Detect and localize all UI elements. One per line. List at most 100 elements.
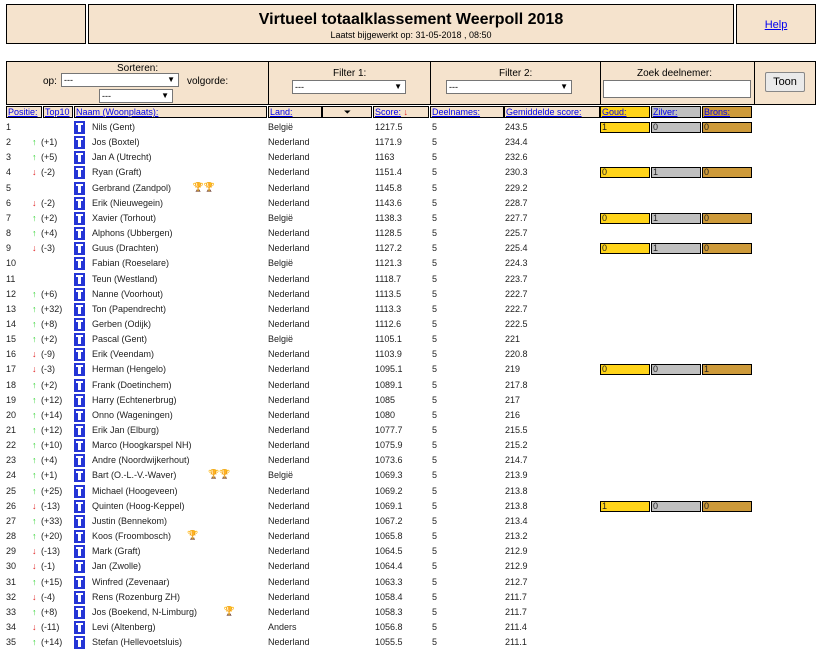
col-position[interactable]: Positie: xyxy=(6,106,42,118)
participant-icon[interactable] xyxy=(74,484,85,498)
participant-icon[interactable] xyxy=(74,439,85,453)
participant-icon[interactable] xyxy=(74,272,85,286)
participant-icon[interactable] xyxy=(74,620,85,634)
participant-icon[interactable] xyxy=(74,287,85,301)
col-top10[interactable]: Top10 xyxy=(43,106,73,118)
participant-icon[interactable] xyxy=(74,454,85,468)
participant-name[interactable]: Nanne (Voorhout) xyxy=(92,289,163,299)
participant-name[interactable]: Justin (Bennekom) xyxy=(92,516,167,526)
participant-name[interactable]: Nils (Gent) xyxy=(92,122,135,132)
participant-icon[interactable] xyxy=(74,560,85,574)
participant-icon[interactable] xyxy=(74,499,85,513)
participant-icon[interactable] xyxy=(74,408,85,422)
participant-icon[interactable] xyxy=(74,317,85,331)
participant-name[interactable]: Jan (Zwolle) xyxy=(92,561,141,571)
participant-icon[interactable] xyxy=(74,242,85,256)
arrow-up-icon: ↑ xyxy=(32,455,37,466)
participant-name[interactable]: Teun (Westland) xyxy=(92,274,157,284)
sort-top10-link[interactable]: Top10 xyxy=(45,107,70,117)
col-entries[interactable]: Deelnames: xyxy=(430,106,504,118)
participant-icon[interactable] xyxy=(74,151,85,165)
col-score[interactable]: Score: ↓ xyxy=(373,106,429,118)
participant-name[interactable]: Marco (Hoogkarspel NH) xyxy=(92,440,192,450)
participant-icon[interactable] xyxy=(74,605,85,619)
sort-field-select[interactable]: --- ▼ xyxy=(61,73,179,87)
participant-name[interactable]: Quinten (Hoog-Keppel) xyxy=(92,501,185,511)
search-input[interactable] xyxy=(603,80,751,98)
participant-icon[interactable] xyxy=(74,530,85,544)
sort-position-link[interactable]: Positie: xyxy=(8,107,38,117)
participant-name[interactable]: Frank (Doetinchem) xyxy=(92,380,172,390)
sort-score-link[interactable]: Score: xyxy=(375,107,401,117)
participant-icon[interactable] xyxy=(74,302,85,316)
participant-icon[interactable] xyxy=(74,424,85,437)
participant-name[interactable]: Pascal (Gent) xyxy=(92,334,147,344)
participant-name[interactable]: Jos (Boekend, N-Limburg) xyxy=(92,607,197,617)
sort-silver-link[interactable]: Zilver: xyxy=(653,107,678,117)
participant-name[interactable]: Levi (Altenberg) xyxy=(92,622,156,632)
participant-name[interactable]: Winfred (Zevenaar) xyxy=(92,577,170,587)
col-avg[interactable]: Gemiddelde score: xyxy=(504,106,600,118)
sort-entries-link[interactable]: Deelnames: xyxy=(432,107,480,117)
participant-icon[interactable] xyxy=(74,211,85,225)
col-gold[interactable]: Goud: xyxy=(600,106,650,118)
col-filter[interactable]: ⏷ xyxy=(322,106,372,118)
participant-name[interactable]: Onno (Wageningen) xyxy=(92,410,173,420)
sort-avg-link[interactable]: Gemiddelde score: xyxy=(506,107,582,117)
filter-icon[interactable]: ⏷ xyxy=(344,107,351,117)
participant-icon[interactable] xyxy=(74,575,85,589)
col-name[interactable]: Naam (Woonplaats): xyxy=(74,106,267,118)
col-silver[interactable]: Zilver: xyxy=(651,106,701,118)
participant-name[interactable]: Erik (Veendam) xyxy=(92,349,154,359)
participant-name[interactable]: Alphons (Ubbergen) xyxy=(92,228,173,238)
participant-icon[interactable] xyxy=(74,378,85,392)
sort-country-link[interactable]: Land: xyxy=(270,107,293,117)
sort-gold-link[interactable]: Goud: xyxy=(602,107,627,117)
participant-name[interactable]: Xavier (Torhout) xyxy=(92,213,156,223)
participant-name[interactable]: Gerbrand (Zandpol) xyxy=(92,183,171,193)
participant-icon[interactable] xyxy=(74,363,85,377)
participant-name[interactable]: Ryan (Graft) xyxy=(92,167,142,177)
filter2-select[interactable]: --- ▼ xyxy=(446,80,572,94)
participant-icon[interactable] xyxy=(74,348,85,362)
col-bronze[interactable]: Brons: xyxy=(702,106,752,118)
participant-icon[interactable] xyxy=(74,469,85,483)
participant-name[interactable]: Andre (Noordwijkerhout) xyxy=(92,455,190,465)
participant-name[interactable]: Jos (Boxtel) xyxy=(92,137,140,147)
participant-icon[interactable] xyxy=(74,333,85,347)
participant-name[interactable]: Ton (Papendrecht) xyxy=(92,304,166,314)
sort-order-select[interactable]: --- ▼ xyxy=(99,89,173,103)
participant-name[interactable]: Stefan (Hellevoetsluis) xyxy=(92,637,182,647)
participant-name[interactable]: Herman (Hengelo) xyxy=(92,364,166,374)
participant-icon[interactable] xyxy=(74,393,85,407)
participant-name[interactable]: Harry (Echtenerbrug) xyxy=(92,395,177,405)
participant-name[interactable]: Erik Jan (Elburg) xyxy=(92,425,159,435)
participant-icon[interactable] xyxy=(74,196,85,210)
participant-name[interactable]: Jan A (Utrecht) xyxy=(92,152,152,162)
participant-icon[interactable] xyxy=(74,257,85,271)
participant-icon[interactable] xyxy=(74,636,85,650)
participant-name[interactable]: Michael (Hoogeveen) xyxy=(92,486,178,496)
sort-name-link[interactable]: Naam (Woonplaats): xyxy=(76,107,158,117)
participant-icon[interactable] xyxy=(74,590,85,604)
show-button[interactable]: Toon xyxy=(765,72,805,92)
participant-name[interactable]: Erik (Nieuwegein) xyxy=(92,198,163,208)
col-country[interactable]: Land: xyxy=(268,106,322,118)
participant-name[interactable]: Koos (Froombosch) xyxy=(92,531,171,541)
participant-name[interactable]: Bart (O.-L.-V.-Waver) xyxy=(92,470,176,480)
participant-name[interactable]: Guus (Drachten) xyxy=(92,243,159,253)
participant-icon[interactable] xyxy=(74,545,85,559)
filter1-select[interactable]: --- ▼ xyxy=(292,80,406,94)
participant-name[interactable]: Gerben (Odijk) xyxy=(92,319,151,329)
participant-icon[interactable] xyxy=(74,121,85,134)
participant-name[interactable]: Fabian (Roeselare) xyxy=(92,258,169,268)
participant-icon[interactable] xyxy=(74,227,85,241)
sort-bronze-link[interactable]: Brons: xyxy=(704,107,730,117)
participant-icon[interactable] xyxy=(74,181,85,195)
participant-name[interactable]: Rens (Rozenburg ZH) xyxy=(92,592,180,602)
participant-icon[interactable] xyxy=(74,166,85,180)
participant-icon[interactable] xyxy=(74,514,85,528)
help-link[interactable]: Help xyxy=(765,19,788,31)
participant-name[interactable]: Mark (Graft) xyxy=(92,546,141,556)
participant-icon[interactable] xyxy=(74,136,85,150)
